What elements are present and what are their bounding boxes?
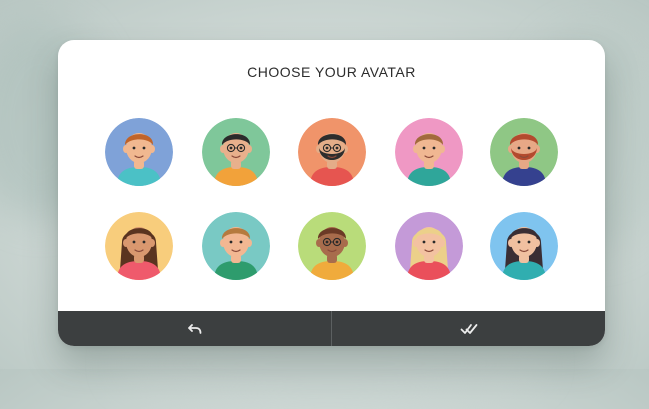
confirm-button[interactable] xyxy=(332,311,605,346)
avatar-option[interactable] xyxy=(105,118,173,186)
dialog-title: CHOOSE YOUR AVATAR xyxy=(247,64,416,80)
avatar-portrait xyxy=(202,118,270,186)
avatar-portrait xyxy=(105,118,173,186)
avatar-option[interactable] xyxy=(202,212,270,280)
avatar-portrait xyxy=(490,118,558,186)
avatar-option[interactable] xyxy=(490,212,558,280)
avatar-portrait xyxy=(202,212,270,280)
avatar-portrait xyxy=(298,118,366,186)
avatar-portrait xyxy=(298,212,366,280)
dialog-footer xyxy=(58,311,605,346)
avatar-option[interactable] xyxy=(395,118,463,186)
avatar-option[interactable] xyxy=(105,212,173,280)
avatar-portrait xyxy=(490,212,558,280)
undo-arrow-icon xyxy=(187,323,201,334)
avatar-portrait xyxy=(395,212,463,280)
avatar-picker-dialog: CHOOSE YOUR AVATAR xyxy=(58,40,605,346)
avatar-option[interactable] xyxy=(298,118,366,186)
checkmark-icon xyxy=(460,323,477,334)
avatar-option[interactable] xyxy=(395,212,463,280)
avatar-option[interactable] xyxy=(298,212,366,280)
avatar-option[interactable] xyxy=(202,118,270,186)
avatar-portrait xyxy=(105,212,173,280)
undo-button[interactable] xyxy=(58,311,331,346)
avatar-option[interactable] xyxy=(490,118,558,186)
avatar-portrait xyxy=(395,118,463,186)
